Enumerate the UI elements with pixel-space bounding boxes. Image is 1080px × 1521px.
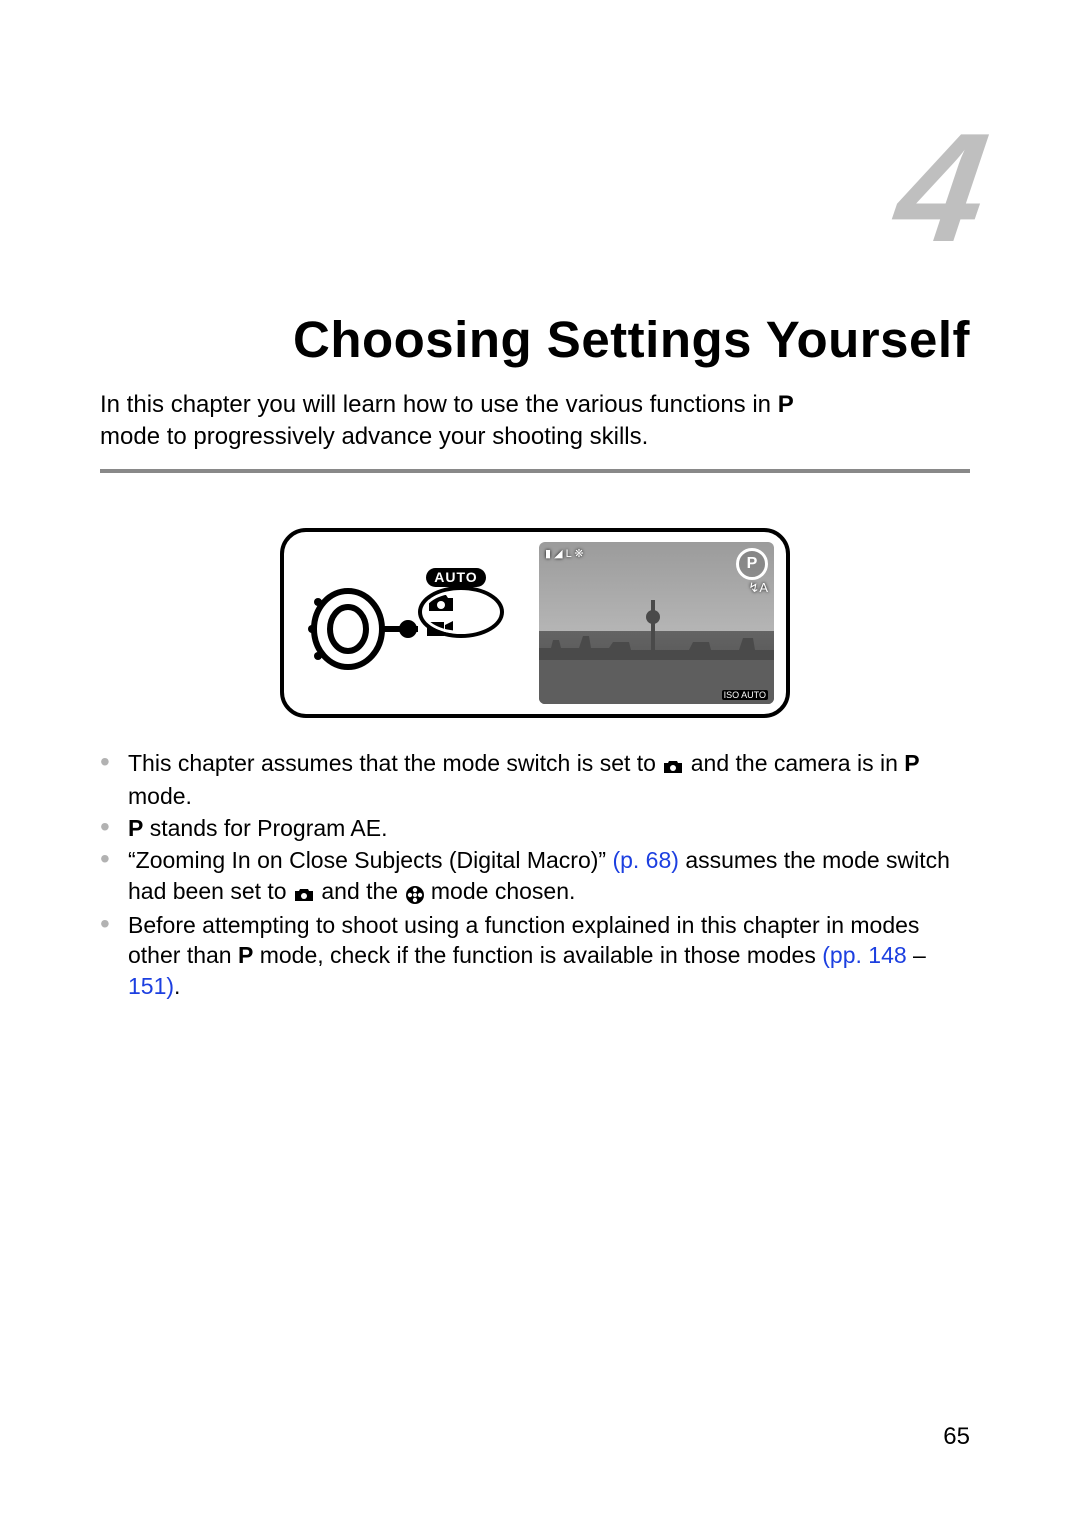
- section-rule: [100, 469, 970, 473]
- b1-text-c: mode.: [128, 783, 192, 809]
- b3-text-c: and the: [315, 878, 405, 904]
- lcd-flash-icon: ↯A: [748, 580, 768, 596]
- bullet-list: This chapter assumes that the mode switc…: [100, 748, 970, 1001]
- p-mode-icon: P: [778, 391, 794, 418]
- b4-end: .: [174, 973, 180, 999]
- camera-icon: [293, 878, 315, 908]
- lcd-status-top-left: ▮ ◢ L ❋: [545, 548, 584, 561]
- b4-dash: –: [907, 942, 926, 968]
- skyline-graphic: [539, 630, 774, 660]
- intro-text-1: In this chapter you will learn how to us…: [100, 391, 778, 418]
- page-ref-148-link[interactable]: (pp. 148: [822, 942, 906, 968]
- p-mode-badge: P: [736, 548, 768, 580]
- page-number: 65: [943, 1423, 970, 1451]
- auto-label: AUTO: [426, 568, 486, 587]
- mode-switch-icon: [308, 584, 428, 674]
- camera-icon: [662, 750, 684, 780]
- chapter-intro: In this chapter you will learn how to us…: [100, 389, 970, 454]
- manual-page: 4 Choosing Settings Yourself In this cha…: [0, 0, 1080, 1521]
- bullet-item-4: Before attempting to shoot using a funct…: [100, 910, 970, 1001]
- tower-graphic: [651, 600, 655, 660]
- selection-highlight-oval: [418, 586, 504, 638]
- chapter-number: 4: [89, 110, 993, 265]
- chapter-title: Choosing Settings Yourself: [100, 313, 970, 367]
- intro-text-2: mode to progressively advance your shoot…: [100, 423, 648, 450]
- p-mode-icon: P: [904, 750, 919, 776]
- b3-text-d: mode chosen.: [425, 878, 576, 904]
- b3-text-a: “Zooming In on Close Subjects (Digital M…: [128, 847, 612, 873]
- bullet-item-3: “Zooming In on Close Subjects (Digital M…: [100, 845, 970, 908]
- diagram-left: AUTO: [296, 542, 525, 704]
- mode-switch-diagram: AUTO ▮ ◢ L ❋ P ↯A ISO AUTO: [280, 528, 790, 718]
- lcd-iso-label: ISO AUTO: [722, 690, 768, 700]
- page-ref-151-link[interactable]: 151): [128, 973, 174, 999]
- p-mode-icon: P: [238, 942, 253, 968]
- digital-macro-icon: [405, 878, 425, 908]
- bullet-item-2: P stands for Program AE.: [100, 813, 970, 843]
- b1-text-a: This chapter assumes that the mode switc…: [128, 750, 662, 776]
- b2-text: stands for Program AE.: [143, 815, 387, 841]
- p-mode-icon: P: [128, 815, 143, 841]
- bullet-item-1: This chapter assumes that the mode switc…: [100, 748, 970, 811]
- lcd-preview: ▮ ◢ L ❋ P ↯A ISO AUTO: [539, 542, 774, 704]
- page-ref-68-link[interactable]: (p. 68): [612, 847, 678, 873]
- b1-text-b: and the camera is in: [684, 750, 904, 776]
- b4-text-b: mode, check if the function is available…: [253, 942, 822, 968]
